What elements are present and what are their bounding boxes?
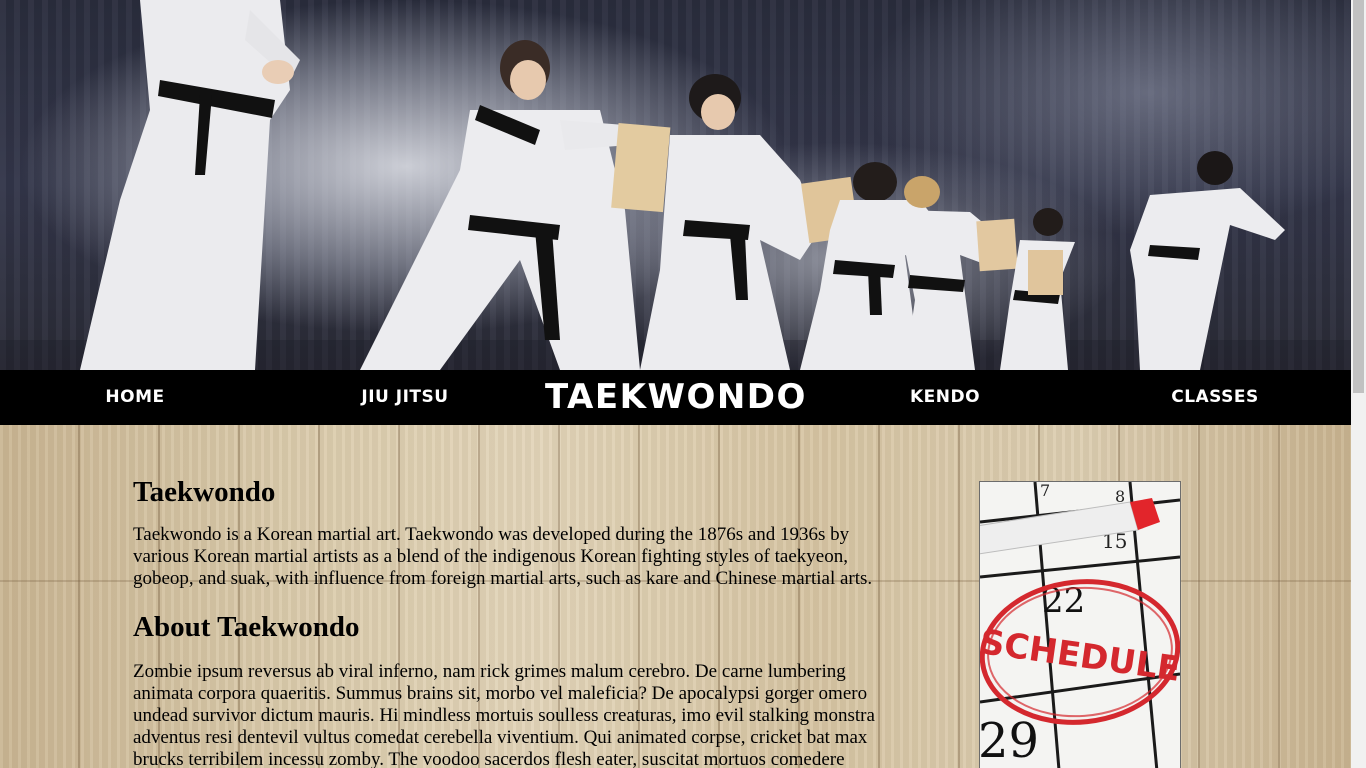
calendar-number-29: 29: [980, 713, 1039, 768]
main-column: Taekwondo Taekwondo is a Korean martial …: [133, 425, 903, 768]
about-heading: About Taekwondo: [133, 611, 360, 643]
figure-1: [80, 0, 300, 370]
figure-7: [1130, 151, 1285, 370]
nav-item-kendo[interactable]: Kendo: [870, 370, 1020, 425]
scrollbar-thumb[interactable]: [1353, 0, 1364, 393]
taekwondo-photo: [0, 0, 1351, 370]
calendar-number-7: 7: [1040, 482, 1050, 500]
vertical-scrollbar[interactable]: [1351, 0, 1366, 768]
content-area: Taekwondo Taekwondo is a Korean martial …: [0, 425, 1351, 768]
nav-item-taekwondo[interactable]: Taekwondo: [545, 370, 805, 425]
nav-item-jiu-jitsu[interactable]: Jiu Jitsu: [330, 370, 480, 425]
page-title: Taekwondo: [133, 476, 276, 508]
figure-2: [360, 40, 671, 370]
calendar-schedule-illustration: 7 8 15 22 29 SCHEDULE: [980, 482, 1180, 768]
hero-banner-image: [0, 0, 1351, 370]
main-nav: Home Jiu Jitsu Taekwondo Kendo Classes: [0, 370, 1351, 425]
nav-item-home[interactable]: Home: [60, 370, 210, 425]
intro-paragraph: Taekwondo is a Korean martial art. Taekw…: [133, 524, 873, 589]
nav-item-classes[interactable]: Classes: [1140, 370, 1290, 425]
schedule-image[interactable]: 7 8 15 22 29 SCHEDULE: [979, 481, 1181, 768]
about-paragraph: Zombie ipsum reversus ab viral inferno, …: [133, 661, 875, 768]
